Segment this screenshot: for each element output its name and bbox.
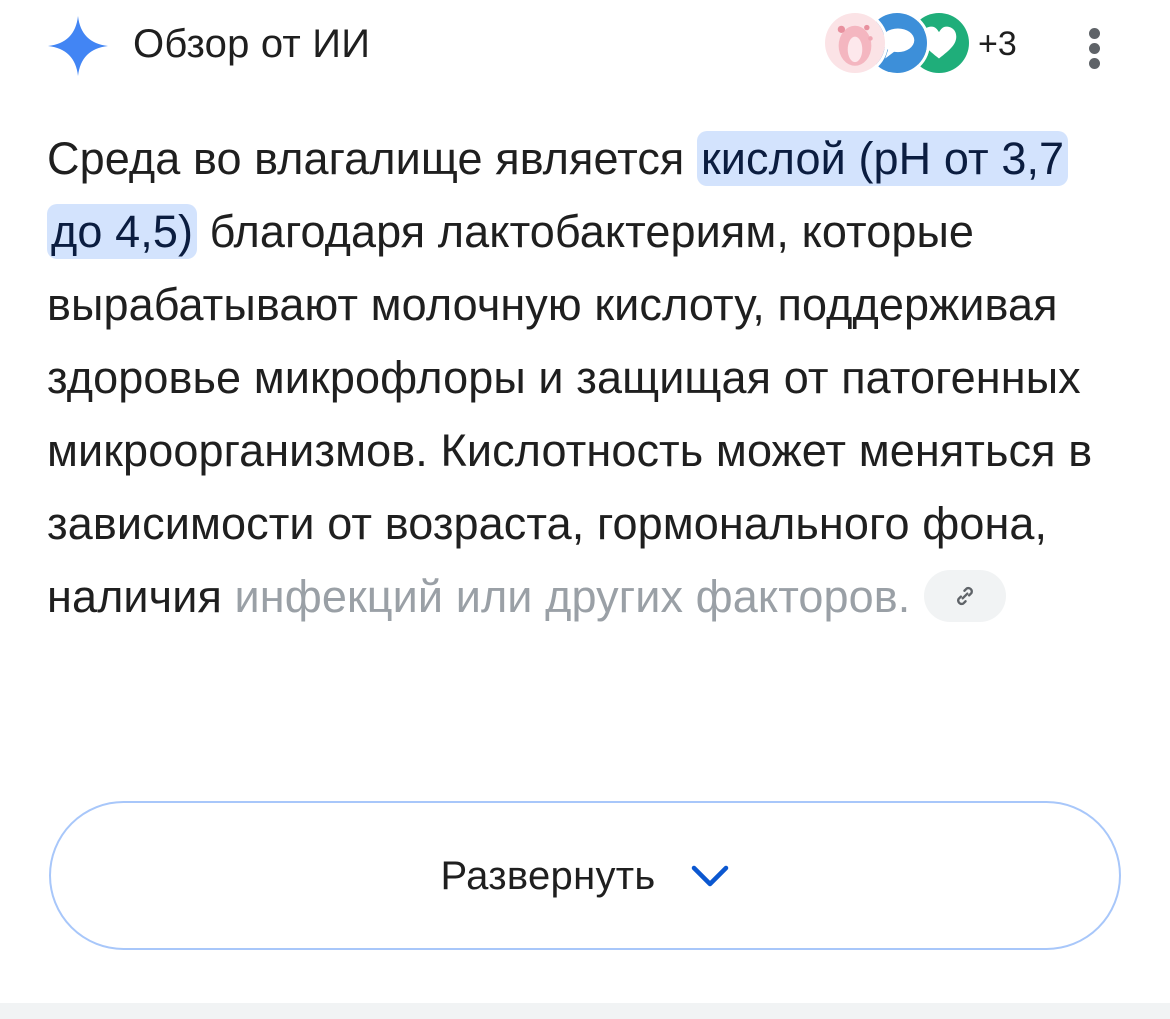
ai-answer-text: Среда во влагалище является кислой (pH о… [47,122,1127,633]
answer-text-main: благодаря лактобактериям, которые выраба… [47,206,1093,622]
more-sources-count[interactable]: +3 [978,24,1017,64]
source-avatars[interactable] [822,10,977,76]
ai-overview-card: Обзор от ИИ +3 Среда во влагалище являет… [0,0,1170,1019]
answer-text-faded: инфекций или других факторов. [234,571,911,622]
expand-button-label: Развернуть [440,853,656,898]
source-link-button[interactable] [924,570,1007,623]
expand-button[interactable]: Развернуть [49,801,1121,950]
chevron-down-icon [691,865,728,886]
link-icon [957,587,974,606]
source-avatar[interactable] [822,10,888,76]
ai-sparkle-icon [48,16,108,76]
answer-text-start: Среда во влагалище является [47,133,698,184]
source-thumbnail-icon [825,13,885,73]
divider [0,1003,1170,1019]
more-vert-icon[interactable] [1078,26,1112,70]
ai-overview-title: Обзор от ИИ [133,22,371,66]
ai-overview-header: Обзор от ИИ +3 [0,0,1170,92]
